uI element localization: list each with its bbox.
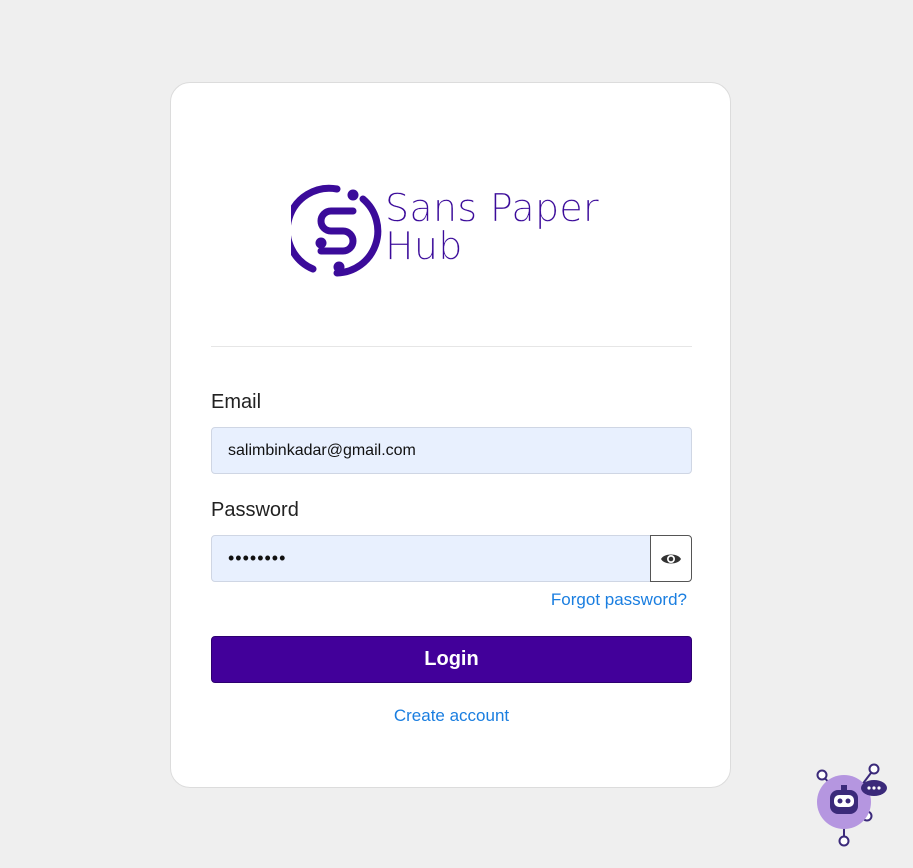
brand-logo: Sans Paper Hub	[291, 181, 621, 281]
login-card: Sans Paper Hub Email salimbinkadar@gmail…	[170, 82, 731, 788]
brand-name-line1: Sans Paper	[385, 186, 599, 230]
email-label: Email	[211, 391, 262, 413]
chat-bot-launcher[interactable]	[812, 760, 892, 850]
divider	[211, 346, 692, 347]
logo-mark-icon	[291, 184, 382, 277]
password-field[interactable]: ••••••••	[211, 535, 651, 582]
chat-bot-icon	[816, 763, 887, 847]
brand-name-line2: Hub	[385, 224, 463, 268]
create-account-link[interactable]: Create account	[171, 706, 732, 726]
forgot-password-link[interactable]: Forgot password?	[551, 590, 687, 610]
password-label: Password	[211, 499, 299, 521]
email-field[interactable]: salimbinkadar@gmail.com	[211, 427, 692, 474]
eye-icon	[661, 554, 681, 563]
brand-name: Sans Paper Hub	[385, 189, 599, 265]
login-button[interactable]: Login	[211, 636, 692, 683]
show-password-button[interactable]	[650, 535, 692, 582]
